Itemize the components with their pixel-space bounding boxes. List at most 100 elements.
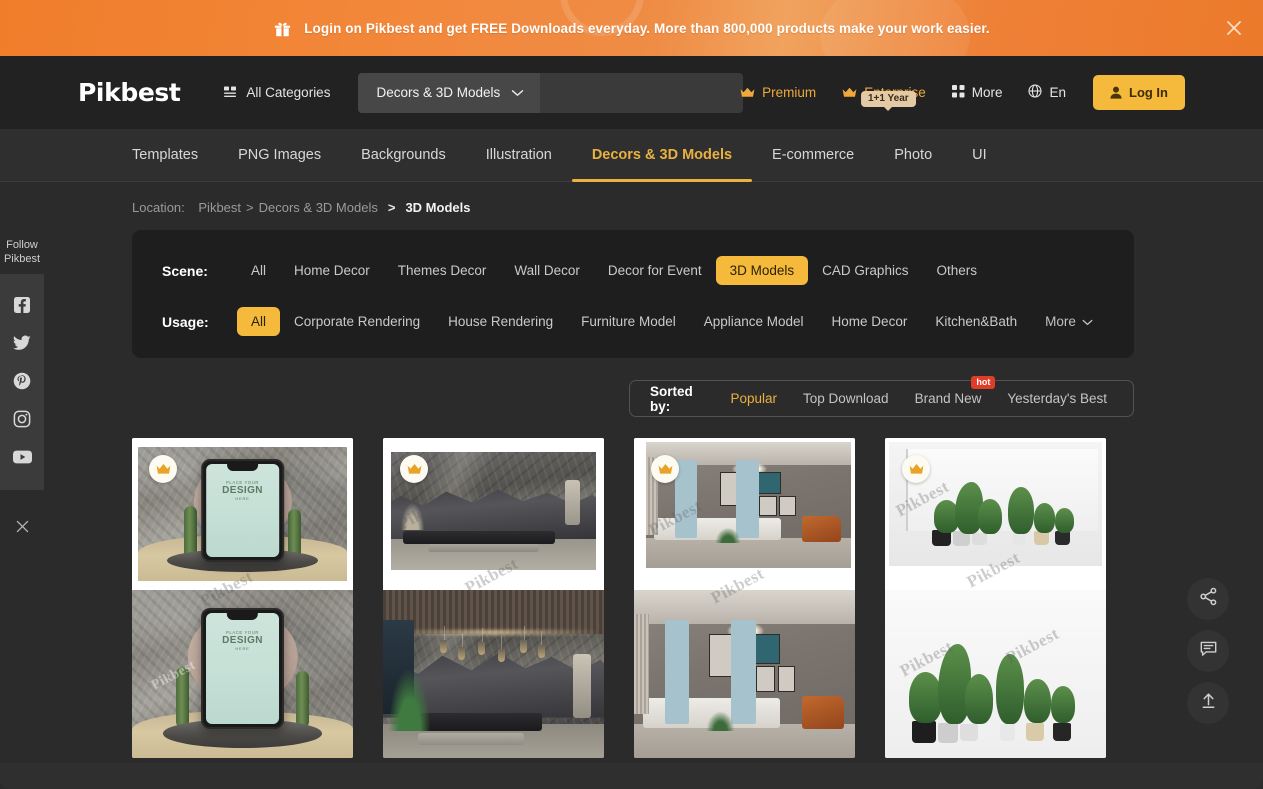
card-premium-badge bbox=[902, 455, 930, 483]
result-card-2[interactable]: Pikbest Pikbest bbox=[383, 438, 604, 758]
nav-tab-illustration[interactable]: Illustration bbox=[466, 129, 572, 182]
promo-text: Login on Pikbest and get FREE Downloads … bbox=[304, 20, 990, 36]
chevron-down-icon bbox=[1082, 314, 1093, 329]
result-card-1[interactable]: PLACE YOUR DESIGN HERE PLACE YOUR DESIGN… bbox=[132, 438, 353, 758]
youtube-icon bbox=[12, 450, 32, 469]
scene-chip-cad-graphics[interactable]: CAD Graphics bbox=[808, 256, 922, 285]
more-link[interactable]: More bbox=[939, 84, 1016, 101]
breadcrumb-separator-2: > bbox=[387, 200, 396, 215]
search-category-label: Decors & 3D Models bbox=[376, 85, 501, 100]
breadcrumb-current: 3D Models bbox=[405, 200, 471, 215]
nav-tab-photo[interactable]: Photo bbox=[874, 129, 952, 182]
sort-label: Sorted by: bbox=[650, 383, 693, 414]
usage-label: Usage: bbox=[162, 313, 209, 330]
crown-icon bbox=[842, 87, 857, 98]
social-instagram-button[interactable] bbox=[0, 402, 44, 440]
card-preview-bottom: PLACE YOUR DESIGN HERE bbox=[132, 590, 353, 758]
card-preview-bottom bbox=[885, 590, 1106, 758]
usage-chip-all[interactable]: All bbox=[237, 307, 281, 336]
breadcrumb-prefix: Location: bbox=[132, 200, 185, 215]
nav-tab-e-commerce[interactable]: E-commerce bbox=[752, 129, 874, 182]
feedback-button[interactable] bbox=[1187, 630, 1229, 672]
social-twitter-button[interactable] bbox=[0, 326, 44, 364]
page-root: Login on Pikbest and get FREE Downloads … bbox=[0, 0, 1263, 789]
all-categories-label: All Categories bbox=[246, 85, 331, 100]
filter-row-scene: Scene: All Home Decor Themes Decor Wall … bbox=[162, 256, 1134, 285]
category-nav: Templates PNG Images Backgrounds Illustr… bbox=[0, 129, 1263, 182]
login-label: Log In bbox=[1129, 85, 1168, 100]
sort-option-yesterdays-best[interactable]: Yesterday's Best bbox=[1007, 391, 1107, 406]
page-bottom-edge bbox=[0, 763, 1263, 789]
follow-title-line2: Pikbest bbox=[3, 252, 41, 265]
usage-chip-furniture-model[interactable]: Furniture Model bbox=[567, 307, 690, 336]
nav-tab-templates[interactable]: Templates bbox=[132, 129, 218, 182]
scene-chip-3d-models[interactable]: 3D Models bbox=[715, 256, 809, 285]
sort-option-brand-new[interactable]: Brand New hot bbox=[915, 376, 996, 406]
enterprise-link[interactable]: 1+1 Year Enterprise bbox=[829, 85, 939, 111]
grid-icon bbox=[951, 84, 965, 101]
usage-chip-house-rendering[interactable]: House Rendering bbox=[434, 307, 567, 336]
scene-chip-home-decor[interactable]: Home Decor bbox=[280, 256, 384, 285]
result-card-3[interactable]: Pikbest Pikbest bbox=[634, 438, 855, 758]
social-rail: Follow Pikbest bbox=[0, 235, 44, 552]
search-category-select[interactable]: Decors & 3D Models bbox=[358, 72, 541, 113]
scene-chip-others[interactable]: Others bbox=[922, 256, 991, 285]
scene-chip-decor-for-event[interactable]: Decor for Event bbox=[594, 256, 716, 285]
crown-icon bbox=[740, 87, 755, 98]
scene-chip-themes-decor[interactable]: Themes Decor bbox=[384, 256, 501, 285]
nav-tab-ui[interactable]: UI bbox=[952, 129, 1007, 182]
card-premium-badge bbox=[651, 455, 679, 483]
social-rail-close-icon[interactable] bbox=[0, 500, 44, 552]
share-button[interactable] bbox=[1187, 578, 1229, 620]
language-link[interactable]: En bbox=[1015, 84, 1079, 101]
breadcrumb-root[interactable]: Pikbest bbox=[198, 200, 241, 215]
promo-close-icon[interactable] bbox=[1222, 16, 1246, 40]
gift-icon bbox=[273, 19, 292, 38]
globe-icon bbox=[1028, 84, 1043, 101]
hot-badge: hot bbox=[971, 376, 996, 389]
follow-title-line1: Follow bbox=[6, 239, 38, 251]
social-youtube-button[interactable] bbox=[0, 440, 44, 478]
header-right-group: Premium 1+1 Year Enterprise bbox=[727, 56, 1185, 129]
grid-icon bbox=[224, 86, 238, 100]
premium-label: Premium bbox=[762, 85, 817, 100]
premium-link[interactable]: Premium bbox=[727, 85, 829, 100]
share-icon bbox=[1199, 587, 1218, 611]
breadcrumb: Location: Pikbest > Decors & 3D Models >… bbox=[132, 200, 470, 215]
social-pinterest-button[interactable] bbox=[0, 364, 44, 402]
nav-tab-png-images[interactable]: PNG Images bbox=[218, 129, 341, 182]
usage-chip-corporate-rendering[interactable]: Corporate Rendering bbox=[280, 307, 434, 336]
search-input[interactable] bbox=[540, 72, 744, 113]
filter-row-usage: Usage: All Corporate Rendering House Ren… bbox=[162, 307, 1134, 336]
breadcrumb-parent[interactable]: Decors & 3D Models bbox=[259, 200, 378, 215]
results-grid: PLACE YOUR DESIGN HERE PLACE YOUR DESIGN… bbox=[132, 438, 1134, 758]
promo-banner: Login on Pikbest and get FREE Downloads … bbox=[0, 0, 1263, 56]
scene-chip-wall-decor[interactable]: Wall Decor bbox=[500, 256, 594, 285]
usage-chip-kitchen-bath[interactable]: Kitchen&Bath bbox=[921, 307, 1031, 336]
scroll-top-button[interactable] bbox=[1187, 682, 1229, 724]
usage-more-button[interactable]: More bbox=[1031, 307, 1107, 336]
breadcrumb-separator: > bbox=[246, 200, 254, 215]
all-categories-button[interactable]: All Categories bbox=[224, 85, 330, 100]
usage-chip-home-decor[interactable]: Home Decor bbox=[818, 307, 922, 336]
site-header: Pikbest All Categories Decors & 3D Model… bbox=[0, 56, 1263, 129]
twitter-icon bbox=[13, 335, 31, 356]
scroll-top-icon bbox=[1199, 691, 1218, 715]
logo[interactable]: Pikbest bbox=[78, 78, 181, 107]
sort-option-top-download[interactable]: Top Download bbox=[803, 391, 889, 406]
social-facebook-button[interactable] bbox=[0, 288, 44, 326]
result-card-4[interactable]: Pikbest Pikbest Pikbest Pikbest bbox=[885, 438, 1106, 758]
nav-tab-decors-3d-models[interactable]: Decors & 3D Models bbox=[571, 129, 753, 182]
follow-title: Follow Pikbest bbox=[0, 235, 44, 274]
card-preview-bottom bbox=[383, 590, 604, 758]
login-button[interactable]: Log In bbox=[1093, 75, 1185, 110]
pinterest-icon bbox=[13, 372, 31, 395]
card-premium-badge bbox=[400, 455, 428, 483]
search-bar: Decors & 3D Models bbox=[358, 72, 744, 113]
usage-chip-appliance-model[interactable]: Appliance Model bbox=[690, 307, 818, 336]
nav-tab-backgrounds[interactable]: Backgrounds bbox=[341, 129, 466, 182]
sort-option-popular[interactable]: Popular bbox=[730, 391, 777, 406]
chevron-down-icon bbox=[511, 89, 524, 97]
filter-panel: Scene: All Home Decor Themes Decor Wall … bbox=[132, 230, 1134, 358]
scene-chip-all[interactable]: All bbox=[237, 256, 280, 285]
